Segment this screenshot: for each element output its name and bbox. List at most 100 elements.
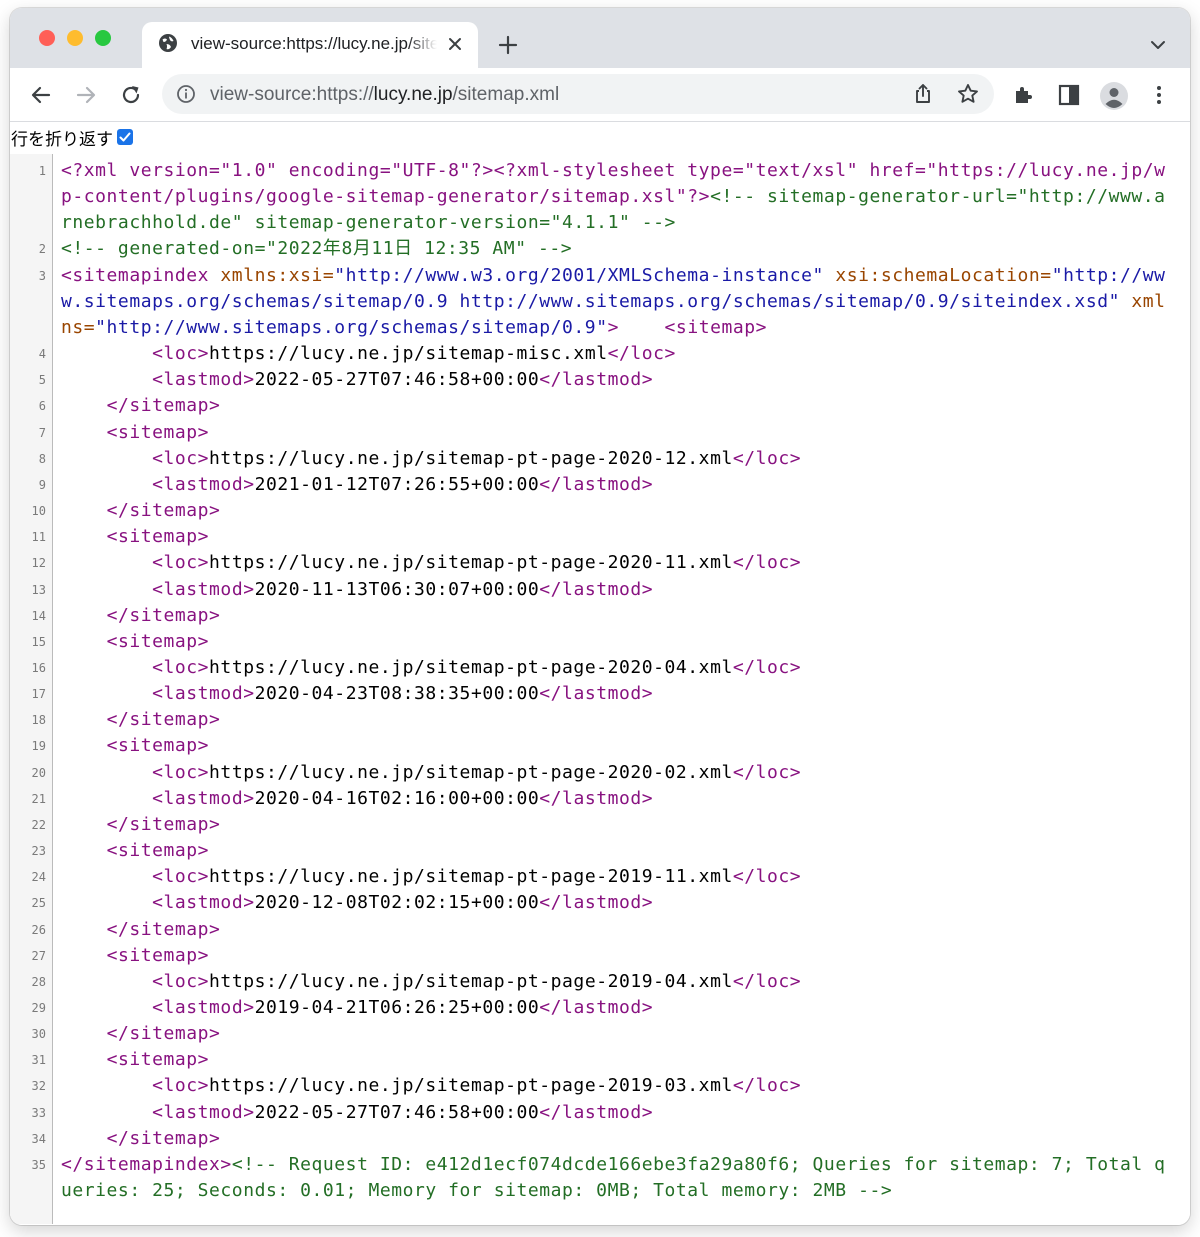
line-number: 31 [31,1053,46,1068]
star-icon[interactable] [956,82,980,106]
share-icon[interactable] [911,82,935,106]
xml-text: 2020-12-08T02:02:15+00:00 [254,892,540,914]
close-window-button[interactable] [39,30,55,46]
xml-text [61,657,152,678]
line-number: 2 [38,242,46,257]
xml-text [61,343,152,364]
xml-text: https://lucy.ne.jp/sitemap-pt-page-2019-… [209,1075,733,1097]
xml-tag: </sitemap> [106,709,221,731]
source-line: 24 <loc>https://lucy.ne.jp/sitemap-pt-pa… [10,864,1190,890]
source-code: <loc>https://lucy.ne.jp/sitemap-pt-page-… [61,550,1171,576]
xml-attribute: xsi:schemaLocation= [835,264,1052,286]
line-number: 16 [31,660,46,675]
xml-text [61,1075,152,1096]
profile-icon[interactable] [1099,81,1129,111]
source-code: </sitemap> [61,603,1171,629]
xml-tag: <sitemap> [106,526,210,548]
xml-text [61,997,152,1018]
xml-tag: </loc> [732,866,802,888]
xml-text: https://lucy.ne.jp/sitemap-pt-page-2019-… [209,970,733,992]
forward-icon[interactable] [73,82,99,108]
line-wrap-toggle[interactable]: 行を折り返す [11,126,133,149]
xml-text [61,1102,152,1123]
xml-text [61,866,152,887]
line-number: 27 [31,948,46,963]
source-code: <sitemap> [61,838,1171,864]
source-code: <sitemap> [61,1047,1171,1073]
xml-text [61,579,152,600]
xml-tag: </sitemap> [106,1023,221,1045]
source-code: <lastmod>2021-01-12T07:26:55+00:00</last… [61,472,1171,498]
menu-icon[interactable] [1146,82,1172,108]
xml-tag: <loc> [152,1075,210,1097]
line-number: 15 [31,634,46,649]
side-panel-icon[interactable] [1056,82,1082,108]
plus-icon[interactable] [496,33,520,57]
extensions-icon[interactable] [1011,82,1037,108]
xml-tag: </lastmod> [539,997,654,1018]
xml-tag: </lastmod> [539,1101,654,1123]
xml-tag: </loc> [732,552,802,574]
source-line: 23 <sitemap> [10,838,1190,864]
line-number: 23 [31,844,46,859]
info-icon[interactable] [176,84,196,104]
source-code: <lastmod>2020-04-23T08:38:35+00:00</last… [61,681,1171,707]
source-code: </sitemapindex><!-- Request ID: e412d1ec… [61,1152,1171,1204]
source-code: </sitemap> [61,707,1171,733]
line-wrap-checkbox[interactable] [117,129,133,145]
xml-text [61,1049,107,1070]
xml-text: 2022-05-27T07:46:58+00:00 [254,1101,540,1123]
source-line: 11 <sitemap> [10,524,1190,550]
xml-tag: <sitemap> [106,944,210,966]
xml-text: 2021-01-12T07:26:55+00:00 [254,473,540,495]
source-code: <lastmod>2020-11-13T06:30:07+00:00</last… [61,577,1171,603]
source-code: <?xml version="1.0" encoding="UTF-8"?><?… [61,158,1171,236]
source-line: 27 <sitemap> [10,943,1190,969]
xml-text [61,762,152,783]
xml-tag: </sitemap> [106,1127,221,1149]
view-source-content: 行を折り返す 1 <?xml version="1.0" encoding="UT… [10,122,1190,1225]
minimize-window-button[interactable] [67,30,83,46]
xml-tag: </loc> [607,343,676,365]
reload-icon[interactable] [118,82,144,108]
xml-text: https://lucy.ne.jp/sitemap-pt-page-2020-… [209,761,733,783]
xml-tag: <loc> [152,656,210,678]
source-line: 25 <lastmod>2020-12-08T02:02:15+00:00</l… [10,890,1190,916]
line-number: 1 [38,164,46,178]
line-number: 26 [31,922,46,937]
xml-tag: </lastmod> [539,473,654,495]
xml-attribute-value[interactable]: "http://www.w3.org/2001/XMLSchema-instan… [334,265,824,286]
xml-tag: </sitemap> [106,395,221,417]
source-line: 1 <?xml version="1.0" encoding="UTF-8"?><… [10,158,1190,236]
xml-tag: </sitemap> [106,604,221,626]
xml-comment: <!-- generated-on="2022年8月11日 12:35 AM" … [61,238,573,260]
xml-text [61,605,107,626]
xml-tag: <loc> [152,447,210,469]
globe-icon [159,34,177,52]
zoom-window-button[interactable] [95,30,111,46]
back-icon[interactable] [28,82,54,108]
source-code: <loc>https://lucy.ne.jp/sitemap-pt-page-… [61,864,1171,890]
address-bar[interactable]: view-source:https://lucy.ne.jp/sitemap.x… [162,74,994,114]
xml-text [61,1023,107,1044]
xml-text: https://lucy.ne.jp/sitemap-pt-page-2019-… [209,866,733,888]
xml-tag: <loc> [152,970,210,992]
source-line: 22 </sitemap> [10,812,1190,838]
tab-view-source[interactable]: view-source:https://lucy.ne.jp/sitemap.x… [142,22,478,68]
source-code: <loc>https://lucy.ne.jp/sitemap-pt-page-… [61,760,1171,786]
xml-tag: <lastmod> [152,1101,255,1123]
source-code: <lastmod>2022-05-27T07:46:58+00:00</last… [61,367,1171,393]
source-code: <loc>https://lucy.ne.jp/sitemap-misc.xml… [61,341,1171,367]
line-number: 9 [38,477,46,492]
chevron-down-icon[interactable] [1149,38,1167,52]
source-line: 3 <sitemapindex xmlns:xsi="http://www.w3.… [10,263,1190,341]
xml-tag: <lastmod> [152,892,255,914]
source-line: 20 <loc>https://lucy.ne.jp/sitemap-pt-pa… [10,760,1190,786]
xml-attribute-value[interactable]: "http://www.sitemaps.org/schemas/sitemap… [95,317,607,338]
browser-window: view-source:https://lucy.ne.jp/sitemap.x… [10,8,1190,1225]
url-text[interactable]: view-source:https://lucy.ne.jp/sitemap.x… [210,84,559,106]
checkmark-icon [119,132,131,142]
source-code: <sitemap> [61,733,1171,759]
close-icon[interactable] [446,35,464,53]
line-number: 6 [38,399,46,414]
